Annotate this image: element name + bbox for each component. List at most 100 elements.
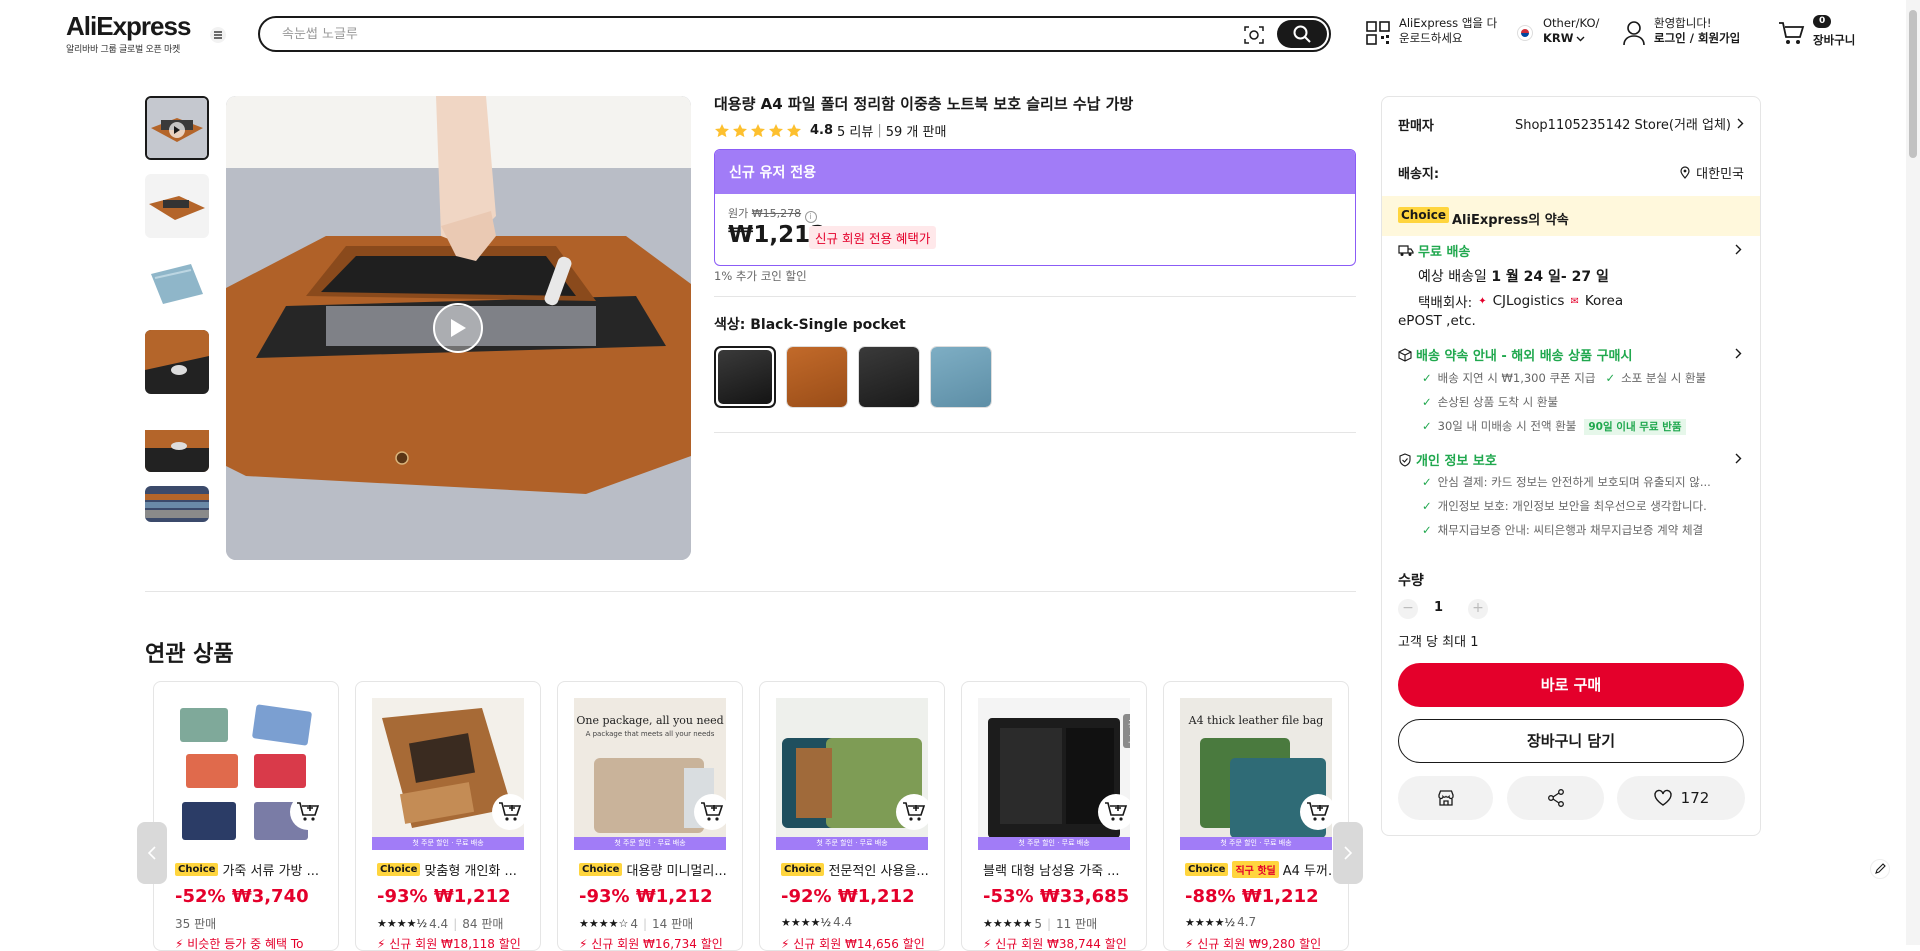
cart-icon[interactable] (1778, 20, 1806, 46)
promo-header: 신규 유저 전용 (715, 150, 1355, 194)
product-name[interactable]: Choice 직구 핫딜 A4 두꺼... (1185, 860, 1335, 879)
main-product-image[interactable] (226, 96, 691, 560)
app-download-link[interactable]: AliExpress 앱을 다 운로드하세요 (1399, 16, 1497, 46)
store-icon (1436, 788, 1456, 808)
product-price: -88% ₩1,212 (1185, 886, 1319, 907)
image-search-icon[interactable] (1243, 25, 1265, 45)
product-rating-sold: ★★★★☆ 4 | 14 판매 (579, 916, 694, 932)
wishlist-button[interactable]: 172 (1617, 776, 1745, 820)
choice-chip: Choice (1185, 863, 1229, 876)
search-button[interactable] (1277, 20, 1327, 48)
ship-to-selector[interactable]: 대한민국 (1680, 163, 1744, 182)
guarantee-item: ✓ 손상된 상품 도착 시 환불 (1422, 395, 1559, 409)
play-video-icon[interactable] (433, 303, 483, 353)
account-link[interactable]: 환영합니다! 로그인 / 회원가입 (1654, 16, 1740, 46)
color-swatch-brown[interactable] (786, 346, 848, 408)
product-name[interactable]: Choice 전문적인 사용을... (781, 860, 931, 879)
product-name[interactable]: Choice 대용량 미니멀리... (579, 860, 729, 879)
cart-label[interactable]: 장바구니 (1813, 32, 1855, 48)
color-swatch-blue[interactable] (930, 346, 992, 408)
delivery-guarantee-link[interactable]: 배송 약속 안내 - 해외 배송 상품 구매시 (1398, 345, 1632, 364)
free-shipping-link[interactable]: 무료 배송 (1398, 241, 1470, 260)
thumbnail-5[interactable] (145, 408, 209, 472)
thumbnail-3[interactable] (145, 252, 209, 316)
thumbnail-4[interactable] (145, 330, 209, 394)
thumbnail-video[interactable] (145, 96, 209, 160)
fire-icon: ⚡ (579, 937, 588, 951)
carousel-next-button[interactable] (1333, 822, 1363, 884)
seller-link[interactable]: Shop1105235142 Store(거래 업체) (1515, 114, 1744, 133)
choice-chip: Choice (579, 863, 623, 876)
related-product-card[interactable]: 첫 주문 할인 · 무료 배송 Choice 전문적인 사용을... -92% ₩1,… (759, 681, 945, 951)
korea-flag-icon (1517, 25, 1533, 41)
quantity-decrease-button[interactable]: − (1398, 599, 1418, 619)
product-price: -93% ₩1,212 (377, 886, 511, 907)
chevron-right-icon[interactable] (1735, 244, 1742, 255)
original-price: 원가 ₩15,278 i (728, 205, 817, 223)
related-product-card[interactable]: 첫 주문 할인 · 무료 배송 광고블랙 대형 남성용 가죽 ... -53% ₩3… (961, 681, 1147, 951)
add-to-cart-icon[interactable] (896, 794, 932, 830)
quantity-increase-button[interactable]: + (1468, 599, 1488, 619)
product-name[interactable]: Choice 가죽 서류 가방 ... (175, 860, 325, 879)
truck-icon (1398, 244, 1414, 257)
store-button[interactable] (1398, 776, 1493, 820)
guarantee-item: ✓ 배송 지연 시 ₩1,300 쿠폰 지급 ✓ 소포 분실 시 환불 (1422, 371, 1707, 385)
product-name[interactable]: 블랙 대형 남성용 가죽 ... (983, 860, 1133, 879)
coin-discount-note: 1% 추가 코인 할인 (714, 269, 807, 283)
aliexpress-logo[interactable]: AliExpress 알리바바 그룹 글로벌 오픈 마켓 (66, 12, 191, 55)
thumbnail-2[interactable] (145, 174, 209, 238)
add-to-cart-icon[interactable] (1098, 794, 1134, 830)
add-to-cart-icon[interactable] (1300, 794, 1336, 830)
color-swatch-black[interactable] (858, 346, 920, 408)
ship-to-label: 배송지: (1398, 167, 1440, 182)
add-to-cart-icon[interactable] (492, 794, 528, 830)
color-swatch-black-single[interactable] (714, 346, 776, 408)
package-icon (1398, 347, 1412, 362)
page-scrollbar[interactable] (1906, 0, 1920, 945)
share-button[interactable] (1507, 776, 1604, 820)
carousel-prev-button[interactable] (137, 822, 167, 884)
related-product-card[interactable]: A4 thick leather file bag 첫 주문 할인 · 무료 배송… (1163, 681, 1349, 951)
add-to-cart-icon[interactable] (694, 794, 730, 830)
color-label: 색상: Black-Single pocket (714, 317, 906, 333)
location-pin-icon (1680, 166, 1690, 179)
product-rating-sold: ★★★★½ 4.4 (781, 915, 853, 929)
region-currency-selector[interactable]: Other/KO/ KRW (1543, 16, 1599, 46)
menu-icon[interactable] (210, 27, 226, 43)
search-bar (258, 16, 1331, 52)
qr-code-icon[interactable] (1365, 20, 1391, 46)
chevron-right-icon (1344, 846, 1353, 860)
quantity-value[interactable]: 1 (1434, 600, 1443, 615)
product-price: -93% ₩1,212 (579, 886, 713, 907)
edit-feedback-icon[interactable] (1870, 859, 1890, 879)
related-products-title: 연관 상품 (145, 642, 234, 667)
product-rating-sold: 35 판매 (175, 917, 217, 931)
deal-text: ⚡ 신규 회원 ₩38,744 할인 (983, 937, 1127, 951)
deal-text: ⚡ 신규 회원 ₩9,280 할인 (1185, 937, 1322, 951)
user-icon[interactable] (1622, 20, 1646, 46)
scrollbar-thumb[interactable] (1909, 10, 1917, 158)
buy-now-button[interactable]: 바로 구매 (1398, 663, 1744, 707)
share-icon (1546, 788, 1566, 808)
promo-strip: 첫 주문 할인 · 무료 배송 (1180, 837, 1332, 850)
promo-strip: 첫 주문 할인 · 무료 배송 (978, 837, 1130, 850)
add-to-cart-button[interactable]: 장바구니 담기 (1398, 719, 1744, 763)
purchase-panel: 판매자 Shop1105235142 Store(거래 업체) 배송지: 대한민… (1381, 96, 1761, 836)
chevron-right-icon (1737, 118, 1744, 129)
image-caption: A4 thick leather file bag (1188, 714, 1324, 727)
divider (145, 591, 1356, 592)
chevron-right-icon[interactable] (1735, 348, 1742, 359)
related-product-card[interactable]: 첫 주문 할인 · 무료 배송 Choice 맞춤형 개인화 ... -93% ₩1,… (355, 681, 541, 951)
product-rating[interactable]: 4.8 5 리뷰 | 59 개 판매 (714, 121, 946, 140)
related-product-card[interactable]: Choice 가죽 서류 가방 ... -52% ₩3,740 35 판매 ⚡ 비슷한 … (153, 681, 339, 951)
product-name[interactable]: Choice 맞춤형 개인화 ... (377, 860, 527, 879)
thumbnail-6[interactable] (145, 486, 209, 522)
product-title: 대용량 A4 파일 폴더 정리함 이중층 노트북 보호 슬리브 수납 가방 (714, 95, 1134, 113)
choice-chip: Choice (781, 863, 825, 876)
privacy-link[interactable]: 개인 정보 보호 (1398, 450, 1497, 469)
related-product-card[interactable]: One package, all you need A package that … (557, 681, 743, 951)
ad-badge: 광고 (1123, 714, 1130, 748)
add-to-cart-icon[interactable] (290, 794, 326, 830)
search-input[interactable] (282, 24, 1212, 44)
chevron-right-icon[interactable] (1735, 453, 1742, 464)
